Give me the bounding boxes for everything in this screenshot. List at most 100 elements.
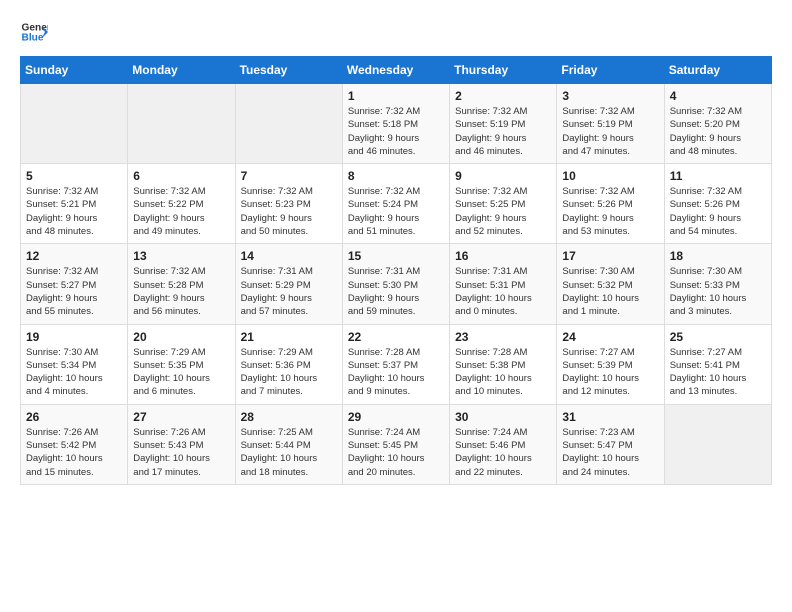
day-info: Sunrise: 7:27 AM Sunset: 5:39 PM Dayligh… <box>562 346 658 399</box>
calendar-cell: 21 Sunrise: 7:29 AM Sunset: 5:36 PM Dayli… <box>235 324 342 404</box>
day-number: 16 <box>455 249 551 263</box>
day-number: 7 <box>241 169 337 183</box>
calendar-cell: 17 Sunrise: 7:30 AM Sunset: 5:32 PM Dayli… <box>557 244 664 324</box>
calendar-cell: 11 Sunrise: 7:32 AM Sunset: 5:26 PM Dayli… <box>664 164 771 244</box>
calendar-cell: 30 Sunrise: 7:24 AM Sunset: 5:46 PM Dayli… <box>450 404 557 484</box>
calendar-header: SundayMondayTuesdayWednesdayThursdayFrid… <box>21 57 772 84</box>
day-number: 26 <box>26 410 122 424</box>
logo-icon: General Blue <box>20 18 48 46</box>
day-info: Sunrise: 7:32 AM Sunset: 5:28 PM Dayligh… <box>133 265 229 318</box>
calendar-cell: 28Sunrise: 7:25 AM Sunset: 5:44 PM Dayli… <box>235 404 342 484</box>
calendar-cell: 24 Sunrise: 7:27 AM Sunset: 5:39 PM Dayli… <box>557 324 664 404</box>
day-number: 30 <box>455 410 551 424</box>
day-number: 13 <box>133 249 229 263</box>
day-number: 19 <box>26 330 122 344</box>
day-info: Sunrise: 7:32 AM Sunset: 5:26 PM Dayligh… <box>562 185 658 238</box>
day-number: 25 <box>670 330 766 344</box>
calendar-week-row: 12Sunrise: 7:32 AM Sunset: 5:27 PM Dayli… <box>21 244 772 324</box>
svg-text:Blue: Blue <box>22 33 44 44</box>
day-info: Sunrise: 7:32 AM Sunset: 5:20 PM Dayligh… <box>670 105 766 158</box>
day-number: 18 <box>670 249 766 263</box>
calendar-cell: 22Sunrise: 7:28 AM Sunset: 5:37 PM Dayli… <box>342 324 449 404</box>
day-info: Sunrise: 7:29 AM Sunset: 5:36 PM Dayligh… <box>241 346 337 399</box>
day-info: Sunrise: 7:32 AM Sunset: 5:19 PM Dayligh… <box>562 105 658 158</box>
day-info: Sunrise: 7:28 AM Sunset: 5:38 PM Dayligh… <box>455 346 551 399</box>
calendar-cell: 3 Sunrise: 7:32 AM Sunset: 5:19 PM Daylig… <box>557 84 664 164</box>
day-number: 28 <box>241 410 337 424</box>
day-info: Sunrise: 7:26 AM Sunset: 5:43 PM Dayligh… <box>133 426 229 479</box>
day-number: 1 <box>348 89 444 103</box>
header: General Blue <box>20 18 772 46</box>
weekday-header-wednesday: Wednesday <box>342 57 449 84</box>
day-number: 8 <box>348 169 444 183</box>
weekday-header-sunday: Sunday <box>21 57 128 84</box>
day-number: 21 <box>241 330 337 344</box>
day-info: Sunrise: 7:24 AM Sunset: 5:46 PM Dayligh… <box>455 426 551 479</box>
day-number: 22 <box>348 330 444 344</box>
calendar-cell: 1 Sunrise: 7:32 AM Sunset: 5:18 PM Daylig… <box>342 84 449 164</box>
calendar-cell: 18Sunrise: 7:30 AM Sunset: 5:33 PM Dayli… <box>664 244 771 324</box>
day-number: 9 <box>455 169 551 183</box>
calendar-cell: 12Sunrise: 7:32 AM Sunset: 5:27 PM Dayli… <box>21 244 128 324</box>
day-number: 5 <box>26 169 122 183</box>
calendar-cell: 5 Sunrise: 7:32 AM Sunset: 5:21 PM Daylig… <box>21 164 128 244</box>
weekday-header-row: SundayMondayTuesdayWednesdayThursdayFrid… <box>21 57 772 84</box>
day-info: Sunrise: 7:32 AM Sunset: 5:23 PM Dayligh… <box>241 185 337 238</box>
calendar-cell: 16Sunrise: 7:31 AM Sunset: 5:31 PM Dayli… <box>450 244 557 324</box>
calendar-cell: 19 Sunrise: 7:30 AM Sunset: 5:34 PM Dayli… <box>21 324 128 404</box>
day-info: Sunrise: 7:23 AM Sunset: 5:47 PM Dayligh… <box>562 426 658 479</box>
calendar-cell: 31 Sunrise: 7:23 AM Sunset: 5:47 PM Dayli… <box>557 404 664 484</box>
weekday-header-saturday: Saturday <box>664 57 771 84</box>
calendar-cell: 26 Sunrise: 7:26 AM Sunset: 5:42 PM Dayli… <box>21 404 128 484</box>
day-number: 3 <box>562 89 658 103</box>
calendar-cell: 20Sunrise: 7:29 AM Sunset: 5:35 PM Dayli… <box>128 324 235 404</box>
day-info: Sunrise: 7:32 AM Sunset: 5:24 PM Dayligh… <box>348 185 444 238</box>
day-info: Sunrise: 7:32 AM Sunset: 5:18 PM Dayligh… <box>348 105 444 158</box>
day-info: Sunrise: 7:32 AM Sunset: 5:22 PM Dayligh… <box>133 185 229 238</box>
calendar-cell <box>235 84 342 164</box>
calendar-cell: 27Sunrise: 7:26 AM Sunset: 5:43 PM Dayli… <box>128 404 235 484</box>
day-number: 17 <box>562 249 658 263</box>
day-info: Sunrise: 7:32 AM Sunset: 5:26 PM Dayligh… <box>670 185 766 238</box>
calendar-cell: 8 Sunrise: 7:32 AM Sunset: 5:24 PM Daylig… <box>342 164 449 244</box>
day-number: 24 <box>562 330 658 344</box>
calendar-cell: 10Sunrise: 7:32 AM Sunset: 5:26 PM Dayli… <box>557 164 664 244</box>
day-info: Sunrise: 7:30 AM Sunset: 5:32 PM Dayligh… <box>562 265 658 318</box>
day-number: 23 <box>455 330 551 344</box>
day-number: 11 <box>670 169 766 183</box>
calendar-week-row: 19 Sunrise: 7:30 AM Sunset: 5:34 PM Dayli… <box>21 324 772 404</box>
calendar-cell: 15Sunrise: 7:31 AM Sunset: 5:30 PM Dayli… <box>342 244 449 324</box>
day-number: 4 <box>670 89 766 103</box>
day-info: Sunrise: 7:31 AM Sunset: 5:30 PM Dayligh… <box>348 265 444 318</box>
calendar-week-row: 5 Sunrise: 7:32 AM Sunset: 5:21 PM Daylig… <box>21 164 772 244</box>
day-info: Sunrise: 7:26 AM Sunset: 5:42 PM Dayligh… <box>26 426 122 479</box>
calendar-cell: 14Sunrise: 7:31 AM Sunset: 5:29 PM Dayli… <box>235 244 342 324</box>
logo: General Blue <box>20 18 52 46</box>
weekday-header-tuesday: Tuesday <box>235 57 342 84</box>
calendar-body: 1 Sunrise: 7:32 AM Sunset: 5:18 PM Daylig… <box>21 84 772 485</box>
calendar-cell: 25 Sunrise: 7:27 AM Sunset: 5:41 PM Dayli… <box>664 324 771 404</box>
calendar-cell: 9Sunrise: 7:32 AM Sunset: 5:25 PM Daylig… <box>450 164 557 244</box>
weekday-header-friday: Friday <box>557 57 664 84</box>
day-number: 6 <box>133 169 229 183</box>
calendar-cell: 13 Sunrise: 7:32 AM Sunset: 5:28 PM Dayli… <box>128 244 235 324</box>
day-info: Sunrise: 7:24 AM Sunset: 5:45 PM Dayligh… <box>348 426 444 479</box>
day-number: 14 <box>241 249 337 263</box>
day-number: 12 <box>26 249 122 263</box>
page: General Blue SundayMondayTuesdayWednesda… <box>0 0 792 503</box>
day-info: Sunrise: 7:32 AM Sunset: 5:21 PM Dayligh… <box>26 185 122 238</box>
day-number: 31 <box>562 410 658 424</box>
weekday-header-thursday: Thursday <box>450 57 557 84</box>
calendar-week-row: 1 Sunrise: 7:32 AM Sunset: 5:18 PM Daylig… <box>21 84 772 164</box>
calendar-cell: 23 Sunrise: 7:28 AM Sunset: 5:38 PM Dayli… <box>450 324 557 404</box>
calendar-cell <box>128 84 235 164</box>
day-number: 20 <box>133 330 229 344</box>
calendar-week-row: 26 Sunrise: 7:26 AM Sunset: 5:42 PM Dayli… <box>21 404 772 484</box>
day-info: Sunrise: 7:30 AM Sunset: 5:34 PM Dayligh… <box>26 346 122 399</box>
calendar-cell: 6 Sunrise: 7:32 AM Sunset: 5:22 PM Daylig… <box>128 164 235 244</box>
day-number: 29 <box>348 410 444 424</box>
calendar-cell: 7 Sunrise: 7:32 AM Sunset: 5:23 PM Daylig… <box>235 164 342 244</box>
day-info: Sunrise: 7:27 AM Sunset: 5:41 PM Dayligh… <box>670 346 766 399</box>
calendar-cell <box>21 84 128 164</box>
day-number: 2 <box>455 89 551 103</box>
